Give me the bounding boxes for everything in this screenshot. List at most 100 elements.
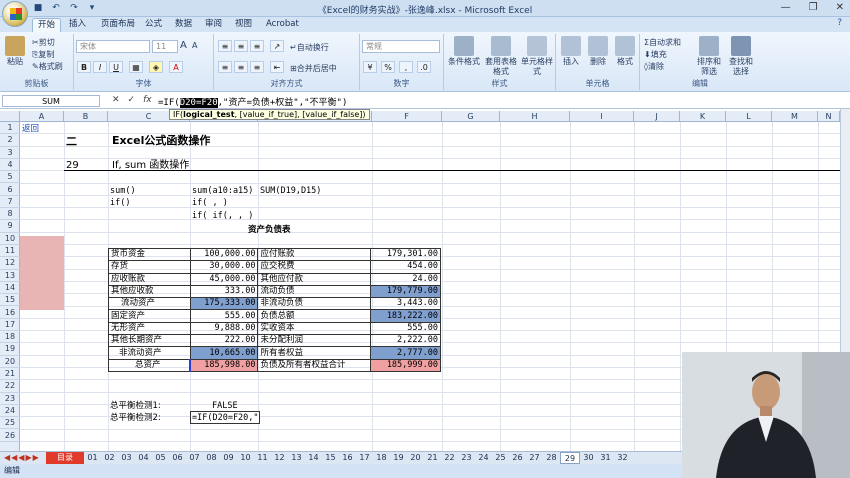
percent-button[interactable]: % [381,61,395,73]
comma-style-icon[interactable]: , [399,61,413,73]
amount-cell[interactable]: 222.00 [189,334,259,348]
sheet-tab[interactable]: 06 [169,452,186,464]
account-label[interactable]: 货币资金 [108,247,191,262]
amount-cell[interactable]: 454.00 [370,260,441,274]
active-cell-editor[interactable]: =IF(D20=F20," [190,411,260,424]
account-label[interactable]: 应交税费 [257,260,372,274]
align-center-icon[interactable]: ≡ [234,61,248,73]
amount-cell[interactable]: 9,888.00 [189,321,259,336]
increase-decimal-icon[interactable]: .0 [417,61,431,73]
amount-cell[interactable]: 185,998.00 [189,358,259,372]
account-label[interactable]: 流动负债 [257,284,372,299]
amount-cell[interactable]: 179,779.00 [370,284,441,299]
column-header[interactable]: B [64,111,108,122]
select-all-button[interactable] [0,111,20,122]
sheet-tab[interactable]: 18 [373,452,390,464]
bold-button[interactable]: B [77,61,91,73]
align-bottom-icon[interactable]: ≡ [250,40,264,52]
row-header[interactable]: 9 [0,220,20,233]
account-label[interactable]: 负债及所有者权益合计 [257,358,372,372]
row-header[interactable]: 13 [0,270,20,282]
account-label[interactable]: 其他应付款 [257,272,372,286]
account-label[interactable]: 无形资产 [108,321,191,336]
account-label[interactable]: 应付账款 [257,247,372,262]
column-header[interactable]: H [500,111,570,122]
column-header[interactable]: A [20,111,64,122]
sheet-tab[interactable]: 13 [288,452,305,464]
copy-button[interactable]: ⎘复制 [32,49,54,60]
account-label[interactable]: 总资产 [108,358,191,372]
amount-cell[interactable]: 2,777.00 [370,346,441,360]
account-label[interactable]: 固定资产 [108,309,191,323]
autosum-button[interactable]: Σ自动求和 [644,37,681,48]
row-header[interactable]: 6 [0,184,20,196]
tab-acrobat[interactable]: Acrobat [261,18,304,32]
format-cells-button[interactable]: 格式 [612,36,638,67]
align-middle-icon[interactable]: ≡ [234,40,248,52]
row-header[interactable]: 2 [0,134,20,147]
account-label[interactable]: 存货 [108,260,191,274]
amount-cell[interactable]: 179,301.00 [370,247,441,262]
cancel-icon[interactable]: ✕ [112,95,120,105]
sheet-tab[interactable]: 09 [220,452,237,464]
italic-button[interactable]: I [93,61,107,73]
tab-review[interactable]: 审阅 [200,18,227,32]
row-header[interactable]: 5 [0,171,20,184]
column-header[interactable]: L [726,111,772,122]
font-name-select[interactable]: 宋体 [76,40,150,53]
align-left-icon[interactable]: ≡ [218,61,232,73]
sheet-nav-arrows-icon[interactable]: ◀◀◀▶▶ [4,452,40,464]
sheet-tab[interactable]: 26 [509,452,526,464]
sheet-tab[interactable]: 20 [407,452,424,464]
align-right-icon[interactable]: ≡ [250,61,264,73]
paste-button[interactable]: 粘贴 [4,36,26,67]
sheet-tab[interactable]: 12 [271,452,288,464]
sheet-tab[interactable]: 21 [424,452,441,464]
account-label[interactable]: 负债总额 [257,309,372,323]
cell-styles-button[interactable]: 单元格样式 [520,36,554,77]
amount-cell[interactable]: 333.00 [189,284,259,299]
row-header[interactable]: 14 [0,282,20,295]
amount-cell[interactable]: 555.00 [370,321,441,336]
sheet-tab[interactable]: 01 [84,452,101,464]
amount-cell[interactable]: 555.00 [189,309,259,323]
row-header[interactable]: 19 [0,343,20,356]
tab-formulas[interactable]: 公式 [140,18,167,32]
fill-color-icon[interactable]: ◈ [149,61,163,73]
insert-function-icon[interactable]: fx [143,95,152,105]
sheet-tab[interactable]: 24 [475,452,492,464]
decrease-indent-icon[interactable]: ⇤ [270,61,284,73]
shrink-font-icon[interactable]: A [192,41,197,50]
sheet-tab[interactable]: 10 [237,452,254,464]
formula-input[interactable]: =IF(D20=F20,"资产=负债+权益","不平衡") [158,95,347,108]
grow-font-icon[interactable]: A [180,40,187,51]
account-label[interactable]: 所有者权益 [257,346,372,360]
tab-view[interactable]: 视图 [230,18,257,32]
sheet-tab[interactable]: 14 [305,452,322,464]
row-header[interactable]: 10 [0,233,20,245]
sheet-tab[interactable]: 28 [543,452,560,464]
sheet-tab[interactable]: 04 [135,452,152,464]
enter-icon[interactable]: ✓ [128,95,136,105]
amount-cell[interactable]: 175,333.00 [189,297,259,311]
column-header[interactable]: G [442,111,500,122]
tab-data[interactable]: 数据 [170,18,197,32]
amount-cell[interactable]: 24.00 [370,272,441,286]
delete-cells-button[interactable]: 删除 [585,36,611,67]
row-header[interactable]: 24 [0,405,20,418]
tab-page-layout[interactable]: 页面布局 [96,18,140,32]
row-header[interactable]: 21 [0,368,20,381]
row-header[interactable]: 25 [0,417,20,430]
account-label[interactable]: 其他长期资产 [108,334,191,348]
sheet-tab[interactable]: 11 [254,452,271,464]
account-label[interactable]: 其他应收款 [108,284,191,299]
row-header[interactable]: 8 [0,208,20,221]
sheet-tab[interactable]: 27 [526,452,543,464]
sheet-tab[interactable]: 31 [597,452,614,464]
column-header[interactable]: M [772,111,818,122]
sheet-tab[interactable]: 15 [322,452,339,464]
row-header[interactable]: 17 [0,319,20,332]
sheet-tab[interactable]: 07 [186,452,203,464]
close-icon[interactable]: ✕ [836,2,844,13]
column-header[interactable]: K [680,111,726,122]
